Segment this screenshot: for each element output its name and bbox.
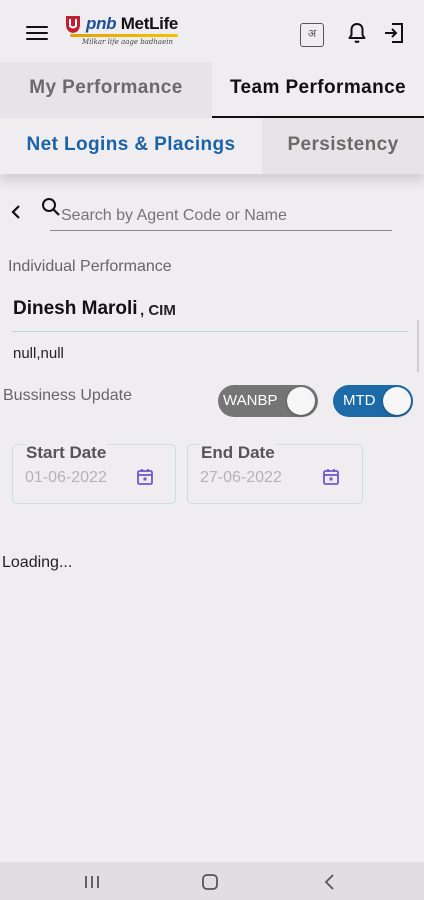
start-date-label: Start Date: [25, 443, 108, 463]
back-arrow-icon[interactable]: [8, 202, 24, 222]
end-date-field[interactable]: End Date 27-06-2022: [187, 443, 363, 504]
primary-tabs: My Performance Team Performance: [0, 62, 424, 118]
bell-icon[interactable]: [344, 20, 370, 46]
home-icon[interactable]: [198, 872, 222, 892]
recent-apps-icon[interactable]: [80, 872, 104, 892]
toggle-knob: [383, 387, 411, 415]
start-date-field[interactable]: Start Date 01-06-2022: [12, 443, 176, 504]
logo-wordmark: pnb MetLife: [86, 14, 178, 34]
logo-metlife-text: MetLife: [116, 14, 179, 33]
wanbp-toggle[interactable]: WANBP: [218, 385, 318, 417]
wanbp-toggle-label: WANBP: [223, 392, 278, 409]
calendar-icon[interactable]: [135, 467, 155, 487]
tab-net-logins-placings[interactable]: Net Logins & Placings: [0, 118, 262, 174]
logout-icon[interactable]: [382, 20, 408, 46]
agent-location: null,null: [13, 345, 64, 362]
language-icon[interactable]: अ: [300, 23, 324, 47]
agent-divider: [12, 331, 408, 332]
agent-role: , CIM: [140, 302, 176, 319]
start-date-value: 01-06-2022: [25, 469, 107, 486]
secondary-tabs: Net Logins & Placings Persistency: [0, 118, 424, 174]
mtd-toggle-label: MTD: [343, 392, 376, 409]
end-date-value: 27-06-2022: [200, 469, 282, 486]
agent-name: Dinesh Maroli: [13, 298, 138, 319]
individual-performance-label: Individual Performance: [8, 258, 172, 275]
calendar-icon[interactable]: [321, 467, 341, 487]
tab-my-performance[interactable]: My Performance: [0, 62, 212, 118]
system-nav-bar: [0, 862, 424, 900]
menu-icon[interactable]: [26, 26, 48, 42]
logo-mark-icon: [66, 16, 80, 33]
loading-text: Loading...: [2, 554, 73, 571]
logo-pnb-text: pnb: [86, 14, 117, 33]
end-date-label: End Date: [200, 443, 276, 463]
mtd-toggle[interactable]: MTD: [333, 385, 413, 417]
tab-persistency[interactable]: Persistency: [262, 118, 424, 174]
logo-underline: [70, 34, 178, 37]
toggle-knob: [287, 387, 315, 415]
agent-search-input[interactable]: [50, 199, 392, 231]
pnb-metlife-logo: pnb MetLife Milkar life aage badhaein: [64, 12, 184, 52]
tab-team-performance[interactable]: Team Performance: [212, 62, 424, 118]
logo-tagline: Milkar life aage badhaein: [82, 38, 173, 46]
business-update-label: Bussiness Update: [3, 387, 132, 404]
scrollbar[interactable]: [417, 320, 419, 372]
back-icon[interactable]: [318, 872, 342, 892]
app-header: pnb MetLife Milkar life aage badhaein अ: [0, 0, 424, 62]
